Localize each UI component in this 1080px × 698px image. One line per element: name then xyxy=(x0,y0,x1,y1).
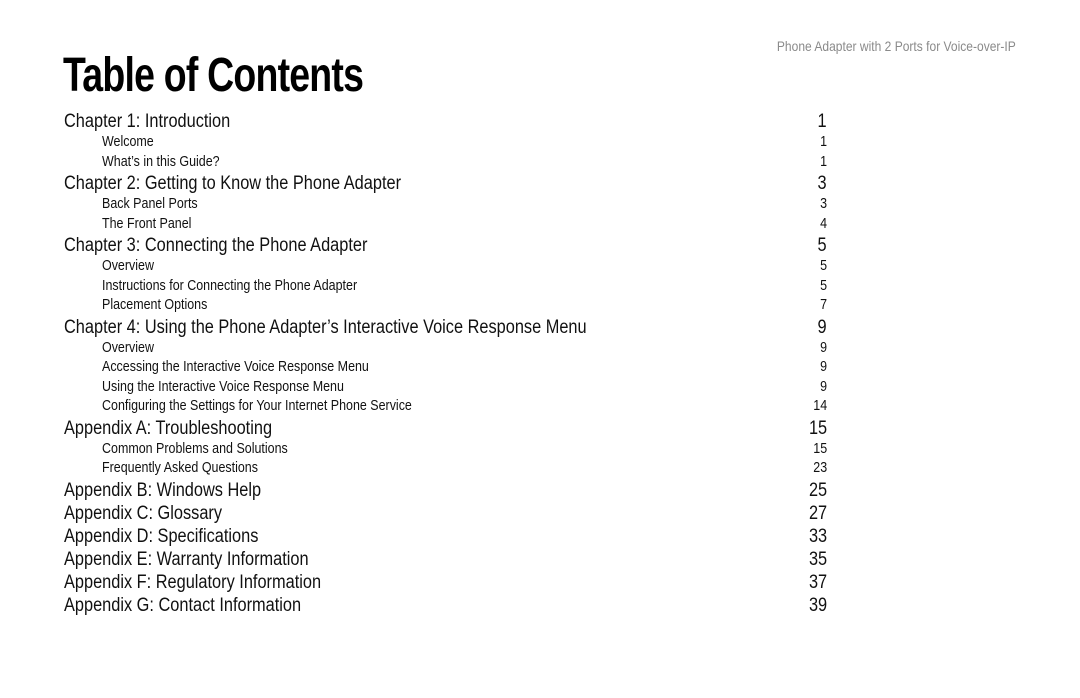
toc-entry-label: Appendix G: Contact Information xyxy=(64,594,302,616)
toc-entry-page: 23 xyxy=(813,460,827,476)
toc-section-entry[interactable]: Common Problems and Solutions 15 xyxy=(64,440,827,460)
toc-entry-label: Configuring the Settings for Your Intern… xyxy=(102,398,412,414)
toc-entry-page: 5 xyxy=(817,235,827,256)
toc-entry-label: Appendix A: Troubleshooting xyxy=(64,417,273,439)
toc-entry-label: Common Problems and Solutions xyxy=(102,440,288,457)
toc-entry-page: 9 xyxy=(820,378,827,395)
toc-entry-page: 3 xyxy=(820,196,827,212)
toc-section-entry[interactable]: Placement Options 7 xyxy=(64,296,827,316)
toc-entry-label: Overview xyxy=(102,339,154,356)
toc-section-entry[interactable]: Overview 9 xyxy=(64,339,827,359)
toc-chapter-entry[interactable]: Chapter 3: Connecting the Phone Adapter … xyxy=(64,234,827,257)
toc-entry-page: 1 xyxy=(817,111,827,132)
toc-section-entry[interactable]: Welcome 1 xyxy=(64,133,827,153)
toc-entry-label: Welcome xyxy=(102,134,154,150)
table-of-contents: Chapter 1: Introduction 1 Welcome 1 What… xyxy=(64,110,827,617)
toc-section-entry[interactable]: What’s in this Guide? 1 xyxy=(64,153,827,173)
toc-appendix-entry[interactable]: Appendix D: Specifications 33 xyxy=(64,525,827,548)
toc-section-entry[interactable]: Accessing the Interactive Voice Response… xyxy=(64,358,827,378)
toc-entry-label: Accessing the Interactive Voice Response… xyxy=(102,359,369,375)
toc-section-entry[interactable]: Frequently Asked Questions 23 xyxy=(64,459,827,479)
toc-entry-page: 5 xyxy=(820,258,827,274)
toc-entry-page: 9 xyxy=(820,339,827,356)
toc-entry-label: Appendix D: Specifications xyxy=(64,525,259,547)
toc-entry-label: Appendix F: Regulatory Information xyxy=(64,571,322,593)
toc-entry-label: Chapter 4: Using the Phone Adapter’s Int… xyxy=(64,316,587,338)
toc-entry-label: Appendix B: Windows Help xyxy=(64,479,262,501)
toc-section-entry[interactable]: Configuring the Settings for Your Intern… xyxy=(64,397,827,417)
toc-appendix-entry[interactable]: Appendix C: Glossary 27 xyxy=(64,502,827,525)
toc-appendix-entry[interactable]: Appendix A: Troubleshooting 15 xyxy=(64,417,827,440)
toc-appendix-entry[interactable]: Appendix G: Contact Information 39 xyxy=(64,594,827,617)
toc-section-entry[interactable]: Overview 5 xyxy=(64,257,827,277)
toc-entry-label: Using the Interactive Voice Response Men… xyxy=(102,378,344,395)
toc-chapter-entry[interactable]: Chapter 1: Introduction 1 xyxy=(64,110,827,133)
toc-entry-label: Appendix C: Glossary xyxy=(64,502,223,524)
toc-entry-label: Instructions for Connecting the Phone Ad… xyxy=(102,277,358,294)
toc-entry-page: 35 xyxy=(808,548,827,570)
page-title: Table of Contents xyxy=(63,49,364,102)
toc-entry-page: 14 xyxy=(813,398,827,414)
toc-entry-page: 7 xyxy=(820,297,827,313)
toc-entry-page: 15 xyxy=(813,440,827,457)
document-header-product-name: Phone Adapter with 2 Ports for Voice-ove… xyxy=(777,38,1016,54)
toc-entry-page: 33 xyxy=(808,525,827,547)
toc-entry-page: 9 xyxy=(820,359,827,375)
toc-appendix-entry[interactable]: Appendix F: Regulatory Information 37 xyxy=(64,571,827,594)
toc-section-entry[interactable]: Back Panel Ports 3 xyxy=(64,195,827,215)
toc-entry-label: Chapter 1: Introduction xyxy=(64,111,231,132)
toc-section-entry[interactable]: Instructions for Connecting the Phone Ad… xyxy=(64,277,827,297)
toc-entry-label: Overview xyxy=(102,258,154,274)
toc-entry-label: Back Panel Ports xyxy=(102,196,198,212)
toc-chapter-entry[interactable]: Chapter 4: Using the Phone Adapter’s Int… xyxy=(64,316,827,339)
toc-entry-label: Chapter 3: Connecting the Phone Adapter xyxy=(64,235,368,256)
toc-entry-label: Frequently Asked Questions xyxy=(102,460,258,476)
toc-entry-page: 15 xyxy=(808,417,827,439)
toc-appendix-entry[interactable]: Appendix E: Warranty Information 35 xyxy=(64,548,827,571)
toc-entry-page: 1 xyxy=(820,153,827,170)
toc-entry-page: 37 xyxy=(808,571,827,593)
toc-entry-page: 5 xyxy=(820,277,827,294)
toc-entry-label: Chapter 2: Getting to Know the Phone Ada… xyxy=(64,173,402,194)
toc-entry-page: 39 xyxy=(808,594,827,616)
toc-section-entry[interactable]: The Front Panel 4 xyxy=(64,215,827,235)
toc-entry-page: 9 xyxy=(817,316,827,338)
toc-entry-page: 27 xyxy=(808,502,827,524)
toc-entry-label: What’s in this Guide? xyxy=(102,153,220,170)
toc-entry-page: 3 xyxy=(817,173,827,194)
toc-entry-page: 25 xyxy=(808,479,827,501)
toc-entry-label: Appendix E: Warranty Information xyxy=(64,548,309,570)
toc-appendix-entry[interactable]: Appendix B: Windows Help 25 xyxy=(64,479,827,502)
toc-entry-page: 1 xyxy=(820,134,827,150)
toc-section-entry[interactable]: Using the Interactive Voice Response Men… xyxy=(64,378,827,398)
toc-entry-label: The Front Panel xyxy=(102,215,192,232)
toc-entry-page: 4 xyxy=(820,215,827,232)
toc-entry-label: Placement Options xyxy=(102,297,208,313)
toc-chapter-entry[interactable]: Chapter 2: Getting to Know the Phone Ada… xyxy=(64,172,827,195)
